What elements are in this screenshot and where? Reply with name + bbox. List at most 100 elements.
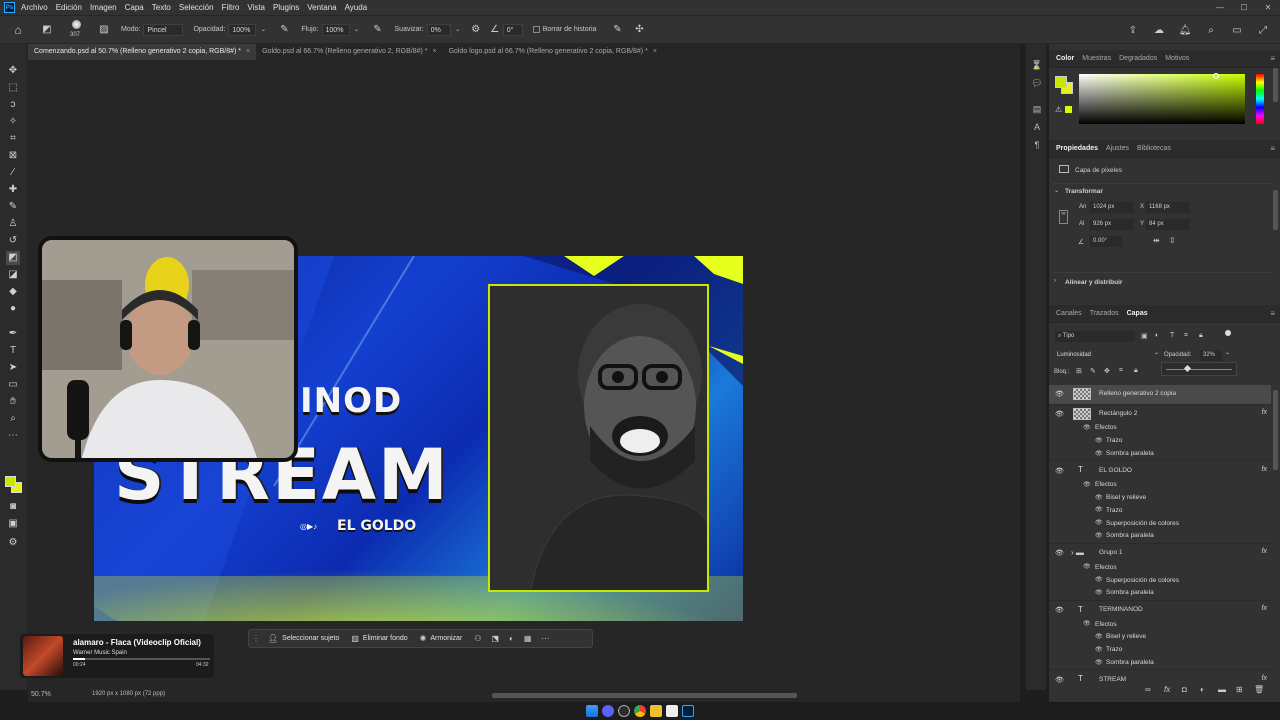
flip-vertical-icon[interactable]: ⇳ [1169, 236, 1176, 245]
effect-row[interactable]: 👁︎ Superposición de colores [1049, 574, 1271, 587]
tab-degradados[interactable]: Degradados [1118, 50, 1158, 68]
menu-texto[interactable]: Texto [152, 3, 171, 12]
effect-row[interactable]: 👁︎ Sombra paralela [1049, 657, 1271, 670]
portrait-frame[interactable] [488, 284, 709, 592]
menu-seleccion[interactable]: Selección [179, 3, 214, 12]
blur-tool-icon[interactable]: ◆ [6, 285, 20, 299]
media-player-popup[interactable]: alamaro - Flaca (Videoclip Oficial) Warn… [20, 634, 214, 678]
visibility-eye-icon[interactable]: 👁︎ [1055, 410, 1064, 418]
move-tool-icon[interactable]: ✥ [6, 64, 20, 78]
tab-motivos[interactable]: Motivos [1164, 50, 1190, 68]
discord-app-icon[interactable] [602, 705, 614, 717]
blend-mode-select[interactable]: Luminosidad [1055, 350, 1159, 361]
quick-mask-icon[interactable]: ◙ [6, 500, 20, 514]
photoshop-app-icon[interactable] [682, 705, 694, 717]
adjustment-layer-icon[interactable]: ▦ [524, 634, 532, 643]
layer-fx-icon[interactable]: fx [1262, 605, 1267, 612]
visibility-eye-icon[interactable]: 👁︎ [1055, 467, 1064, 475]
brush-tool-icon[interactable]: ✎ [6, 200, 20, 214]
filter-smart-icon[interactable]: 🔒︎ [1199, 332, 1203, 340]
lock-transparency-icon[interactable]: ⊞ [1076, 367, 1082, 375]
menu-archivo[interactable]: Archivo [21, 3, 48, 12]
tab-goldo[interactable]: Goldo.psd al 66.7% (Relleno generativo 2… [256, 44, 442, 60]
close-icon[interactable]: ✕ [1256, 0, 1280, 15]
tab-canales[interactable]: Canales [1055, 305, 1083, 323]
opacity-slider-track[interactable] [1166, 369, 1232, 370]
chevron-down-icon[interactable]: ⌄ [259, 22, 267, 38]
chevron-right-icon[interactable]: › [1054, 278, 1056, 284]
symmetry-icon[interactable]: ✣ [631, 22, 647, 38]
color-fg-swatch[interactable] [1055, 76, 1067, 88]
effect-row[interactable]: 👁︎ Sombra paralela [1049, 530, 1271, 543]
horizontal-scrollbar[interactable] [492, 693, 797, 698]
lock-all-icon[interactable]: 🔒︎ [1134, 367, 1138, 375]
layer-row[interactable]: 👁︎ Rectángulo 2 fx [1049, 403, 1271, 423]
menu-ventana[interactable]: Ventana [307, 3, 336, 12]
chevron-down-icon[interactable]: ⌄ [1154, 349, 1159, 356]
angle-field[interactable]: 0.00° [1090, 236, 1122, 247]
filter-shape-icon[interactable]: ⌗ [1184, 332, 1188, 340]
opacity-field[interactable]: 100% [228, 23, 257, 36]
layer-name[interactable]: TERMINANOD [1099, 606, 1143, 613]
adjustments-panel-icon[interactable]: ▤ [1031, 104, 1043, 116]
minimize-icon[interactable]: — [1208, 0, 1232, 15]
menu-capa[interactable]: Capa [125, 3, 144, 12]
visibility-eye-icon[interactable]: 👁︎ [1055, 676, 1064, 684]
mode-select[interactable]: Pincel [143, 23, 184, 36]
transform-icon[interactable]: ⬔ [491, 634, 499, 643]
harmonize-button[interactable]: ✺ Armonizar [420, 634, 463, 643]
foreground-color-swatch[interactable] [5, 476, 16, 487]
width-field[interactable]: 1024 px [1090, 202, 1134, 213]
drag-handle-icon[interactable]: ⋮ [252, 634, 260, 643]
pressure-opacity-icon[interactable]: ✎ [276, 22, 292, 38]
home-icon[interactable]: ⌂ [10, 22, 26, 38]
close-icon[interactable]: × [653, 48, 657, 55]
color-field[interactable] [1079, 73, 1245, 124]
layer-row[interactable]: 👁︎ T TERMINANOD fx [1049, 599, 1271, 619]
comments-panel-icon[interactable]: 💬︎ [1031, 78, 1043, 90]
layer-row[interactable]: 👁︎ T STREAM fx [1049, 669, 1271, 685]
height-field[interactable]: 926 px [1090, 219, 1134, 230]
panel-menu-icon[interactable]: ≡ [1270, 54, 1275, 63]
path-select-tool-icon[interactable]: ➤ [6, 361, 20, 375]
maximize-icon[interactable]: ☐ [1232, 0, 1256, 15]
panel-scrollbar[interactable] [1273, 68, 1278, 102]
filter-toggle-icon[interactable] [1225, 330, 1231, 336]
tab-capas[interactable]: Capas [1126, 305, 1149, 323]
airbrush-icon[interactable]: ✎ [370, 22, 386, 38]
new-layer-icon[interactable]: ⊞ [1236, 685, 1243, 694]
effects-row[interactable]: 👁︎ Efectos [1049, 561, 1271, 574]
lock-position-icon[interactable]: ✥ [1104, 367, 1110, 375]
angle-field[interactable]: 0° [502, 23, 523, 36]
paragraph-panel-icon[interactable]: ¶ [1031, 140, 1043, 152]
eraser-tool-icon[interactable]: ◩ [39, 22, 55, 38]
effect-row[interactable]: 👁︎ Trazo [1049, 435, 1271, 448]
stamp-tool-icon[interactable]: ♙ [6, 217, 20, 231]
flip-horizontal-icon[interactable]: ⇹ [1153, 236, 1160, 245]
filter-adjustment-icon[interactable]: ◐ [1155, 332, 1159, 339]
lock-artboard-icon[interactable]: ⌗ [1119, 367, 1123, 375]
zoom-level[interactable]: 50.7% [31, 691, 51, 698]
layer-fx-icon[interactable]: fx [1262, 548, 1267, 555]
history-brush-tool-icon[interactable]: ↺ [6, 234, 20, 248]
brush-settings-icon[interactable]: ▨ [96, 22, 112, 38]
effects-row[interactable]: 👁︎ Efectos [1049, 479, 1271, 492]
effect-row[interactable]: 👁︎ Trazo [1049, 644, 1271, 657]
layer-filter-select[interactable]: ⌕ Tipo [1055, 331, 1135, 342]
hand-tool-icon[interactable]: ✋︎ [6, 395, 20, 409]
lasso-tool-icon[interactable]: ↄ [6, 98, 20, 112]
more-tools-icon[interactable]: ⋯ [6, 429, 20, 443]
color-picker-marker[interactable] [1213, 73, 1219, 79]
remove-background-button[interactable]: ▨ Eliminar fondo [351, 634, 407, 643]
tab-ajustes[interactable]: Ajustes [1105, 140, 1130, 158]
x-field[interactable]: 1168 px [1146, 202, 1190, 213]
select-subject-button[interactable]: 👤︎ Seleccionar sujeto [268, 634, 339, 643]
brush-preset-picker[interactable]: 307 [64, 18, 90, 42]
effect-row[interactable]: 👁︎ Sombra paralela [1049, 448, 1271, 461]
marquee-tool-icon[interactable]: ⬚ [6, 81, 20, 95]
layer-fx-icon[interactable]: fx [1262, 409, 1267, 416]
effect-row[interactable]: 👁︎ Bisel y relieve [1049, 492, 1271, 505]
effect-row[interactable]: 👁︎ Sombra paralela [1049, 587, 1271, 600]
effect-row[interactable]: 👁︎ Superposición de colores [1049, 517, 1271, 530]
edit-toolbar-icon[interactable]: ⚙ [6, 536, 20, 550]
